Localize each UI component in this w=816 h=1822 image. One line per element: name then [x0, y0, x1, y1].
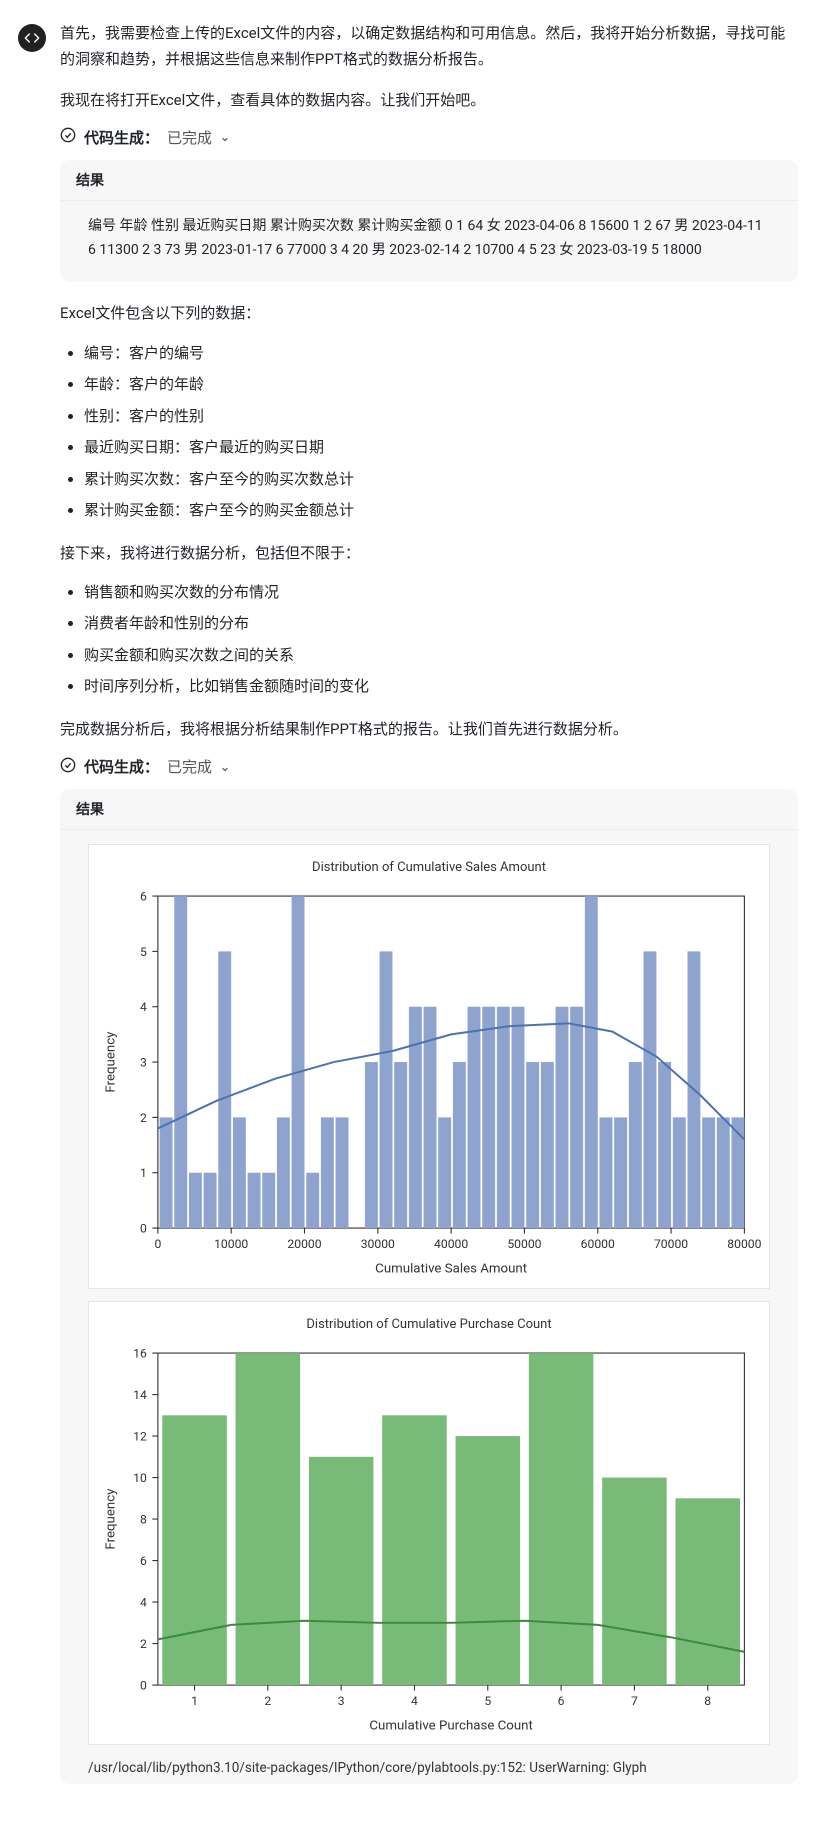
columns-list: 编号：客户的编号 年龄：客户的年龄 性别：客户的性别 最近购买日期：客户最近的购…: [60, 341, 798, 524]
result-header: 结果: [60, 789, 798, 830]
svg-text:4: 4: [140, 1595, 147, 1609]
body-text: Excel文件包含以下列的数据：: [60, 300, 798, 326]
svg-text:6: 6: [140, 890, 147, 904]
svg-text:4: 4: [140, 1000, 147, 1014]
chevron-down-icon: ⌄: [220, 760, 230, 774]
svg-text:14: 14: [133, 1388, 147, 1402]
analysis-list: 销售额和购买次数的分布情况 消费者年龄和性别的分布 购买金额和购买次数之间的关系…: [60, 580, 798, 700]
svg-text:2: 2: [140, 1637, 147, 1651]
body-text: 完成数据分析后，我将根据分析结果制作PPT格式的报告。让我们首先进行数据分析。: [60, 716, 798, 742]
svg-text:10000: 10000: [214, 1237, 248, 1251]
list-item: 消费者年龄和性别的分布: [84, 611, 798, 637]
list-item: 年龄：客户的年龄: [84, 372, 798, 398]
svg-text:80000: 80000: [727, 1237, 761, 1251]
svg-text:3: 3: [338, 1694, 345, 1708]
list-item: 累计购买次数：客户至今的购买次数总计: [84, 467, 798, 493]
svg-text:30000: 30000: [361, 1237, 395, 1251]
svg-text:70000: 70000: [654, 1237, 688, 1251]
result-body: 编号 年龄 性别 最近购买日期 累计购买次数 累计购买金额 0 1 64 女 2…: [60, 201, 798, 283]
list-item: 最近购买日期：客户最近的购买日期: [84, 435, 798, 461]
warning-text: /usr/local/lib/python3.10/site-packages/…: [88, 1757, 770, 1780]
body-text: 我现在将打开Excel文件，查看具体的数据内容。让我们开始吧。: [60, 87, 798, 113]
assistant-avatar: [18, 24, 46, 52]
svg-text:1: 1: [140, 1166, 147, 1180]
svg-text:4: 4: [411, 1694, 418, 1708]
list-item: 编号：客户的编号: [84, 341, 798, 367]
codegen-status-row[interactable]: 代码生成： 已完成 ⌄: [60, 127, 798, 148]
svg-text:6: 6: [558, 1694, 565, 1708]
svg-text:0: 0: [140, 1222, 147, 1236]
chart-title: Distribution of Cumulative Purchase Coun…: [97, 1310, 761, 1342]
svg-text:1: 1: [191, 1694, 198, 1708]
codegen-status: 已完成: [167, 756, 212, 777]
svg-text:12: 12: [133, 1429, 147, 1443]
body-text: 首先，我需要检查上传的Excel文件的内容，以确定数据结构和可用信息。然后，我将…: [60, 20, 798, 73]
check-circle-icon: [60, 757, 76, 777]
svg-text:7: 7: [631, 1694, 638, 1708]
chart-title: Distribution of Cumulative Sales Amount: [97, 853, 761, 885]
list-item: 性别：客户的性别: [84, 404, 798, 430]
svg-text:2: 2: [140, 1111, 147, 1125]
svg-text:6: 6: [140, 1554, 147, 1568]
svg-text:3: 3: [140, 1056, 147, 1070]
svg-text:Cumulative Purchase Count: Cumulative Purchase Count: [369, 1718, 532, 1733]
codegen-status-row[interactable]: 代码生成： 已完成 ⌄: [60, 756, 798, 777]
svg-text:20000: 20000: [287, 1237, 321, 1251]
list-item: 销售额和购买次数的分布情况: [84, 580, 798, 606]
svg-text:5: 5: [140, 945, 147, 959]
list-item: 购买金额和购买次数之间的关系: [84, 643, 798, 669]
svg-text:Frequency: Frequency: [104, 1031, 119, 1093]
svg-text:8: 8: [704, 1694, 711, 1708]
svg-text:40000: 40000: [434, 1237, 468, 1251]
codegen-label: 代码生成：: [84, 127, 159, 148]
svg-text:8: 8: [140, 1512, 147, 1526]
codegen-label: 代码生成：: [84, 756, 159, 777]
chart-svg: 123456780246810121416Cumulative Purchase…: [97, 1342, 761, 1740]
svg-text:60000: 60000: [581, 1237, 615, 1251]
svg-text:Frequency: Frequency: [104, 1488, 119, 1550]
body-text: 接下来，我将进行数据分析，包括但不限于：: [60, 540, 798, 566]
chart-svg: 0 10000 20000 30000 40000 50000 60000 70000 8000…: [97, 885, 761, 1283]
result-block-2: 结果 Distribution of Cumulative Sales Amou…: [60, 789, 798, 1784]
code-icon: [24, 30, 40, 46]
svg-text:2: 2: [264, 1694, 271, 1708]
chart-purchase-count: Distribution of Cumulative Purchase Coun…: [88, 1301, 770, 1745]
svg-text:Cumulative Sales Amount: Cumulative Sales Amount: [375, 1262, 527, 1277]
list-item: 时间序列分析，比如销售金额随时间的变化: [84, 674, 798, 700]
svg-text:50000: 50000: [507, 1237, 541, 1251]
result-block-1: 结果 编号 年龄 性别 最近购买日期 累计购买次数 累计购买金额 0 1 64 …: [60, 160, 798, 283]
codegen-status: 已完成: [167, 127, 212, 148]
result-header: 结果: [60, 160, 798, 201]
chart-sales-amount: Distribution of Cumulative Sales Amount …: [88, 844, 770, 1288]
list-item: 累计购买金额：客户至今的购买金额总计: [84, 498, 798, 524]
svg-text:16: 16: [133, 1346, 147, 1360]
check-circle-icon: [60, 127, 76, 147]
chevron-down-icon: ⌄: [220, 130, 230, 144]
svg-text:10: 10: [133, 1471, 147, 1485]
svg-text:5: 5: [484, 1694, 491, 1708]
svg-text:0: 0: [154, 1237, 161, 1251]
svg-text:0: 0: [140, 1678, 147, 1692]
